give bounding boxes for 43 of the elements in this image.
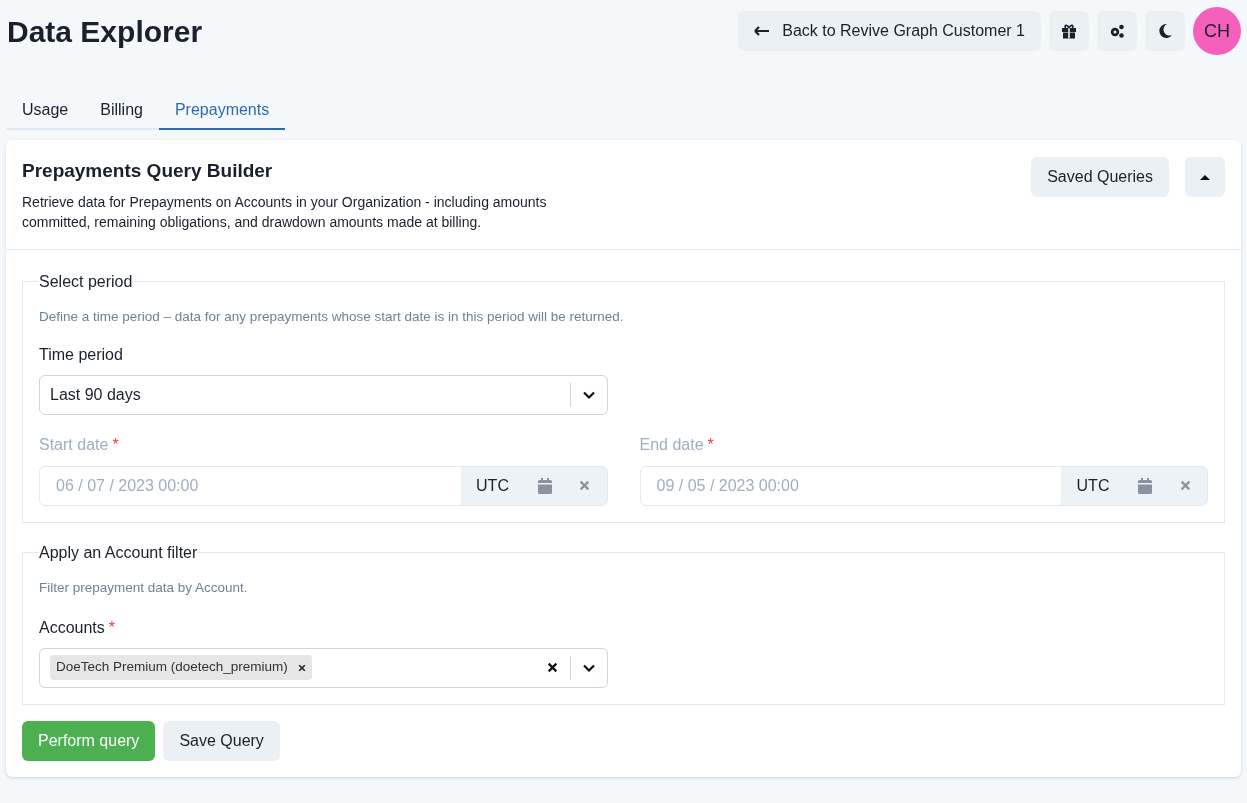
settings-button[interactable] <box>1097 11 1137 51</box>
date-value: 06 / 07 / 2023 00:00 <box>55 475 200 496</box>
caret-up-icon <box>1199 173 1211 181</box>
close-icon <box>546 662 558 673</box>
timezone-label: UTC <box>1075 475 1111 496</box>
calendar-icon <box>537 477 552 494</box>
section-legend: Select period <box>39 269 133 294</box>
calendar-icon <box>1138 477 1152 494</box>
card-title: Prepayments Query Builder <box>22 159 274 183</box>
field-label: Start date <box>39 434 109 455</box>
tab[interactable]: Usage <box>6 92 85 130</box>
tab[interactable]: Billing <box>84 92 159 130</box>
card-description: Retrieve data for Prepayments on Accounts in your Organization - including amounts committed, remaining obligations, and drawdown amounts made at billing. <box>22 192 548 232</box>
required-mark: * <box>112 434 119 455</box>
tag-label: DoeTech Premium (doetech_premium) <box>56 658 288 677</box>
gift-icon <box>1060 22 1078 40</box>
close-icon <box>579 480 590 491</box>
arrow-left-icon <box>754 25 771 37</box>
user-avatar[interactable]: CH <box>1193 7 1241 55</box>
field-label: End date <box>639 434 704 455</box>
timezone-label: UTC <box>475 475 510 496</box>
remove-icon[interactable] <box>297 663 306 672</box>
required-mark: * <box>707 434 714 455</box>
date-value: 09 / 05 / 2023 00:00 <box>655 475 800 496</box>
gears-icon <box>1108 22 1126 40</box>
theme-button[interactable] <box>1145 11 1185 51</box>
save-query-button[interactable]: Save Query <box>163 720 280 761</box>
section-help-text: Filter prepayment data by Account. <box>39 578 249 597</box>
section-help-text: Define a time period – data for any prepayments whose start date is in this period will be returned. <box>39 307 625 326</box>
accounts-select[interactable]: DoeTech Premium (doetech_premium) <box>39 647 608 688</box>
moon-icon <box>1156 22 1174 40</box>
tab[interactable]: Prepayments <box>158 92 286 130</box>
gift-button[interactable] <box>1049 11 1089 51</box>
section-legend: Apply an Account filter <box>39 540 198 565</box>
page-title: Data Explorer <box>6 13 203 50</box>
field-label: Accounts <box>39 617 105 638</box>
saved-queries-button[interactable]: Saved Queries <box>1031 157 1169 197</box>
close-icon <box>1179 480 1191 491</box>
time-period-select[interactable]: Last 90 days <box>39 374 608 415</box>
select-value: Last 90 days <box>49 384 142 405</box>
required-mark: * <box>108 617 116 638</box>
field-label: Time period <box>39 344 123 365</box>
back-button[interactable]: Back to Revive Graph Customer 1 <box>738 11 1041 51</box>
